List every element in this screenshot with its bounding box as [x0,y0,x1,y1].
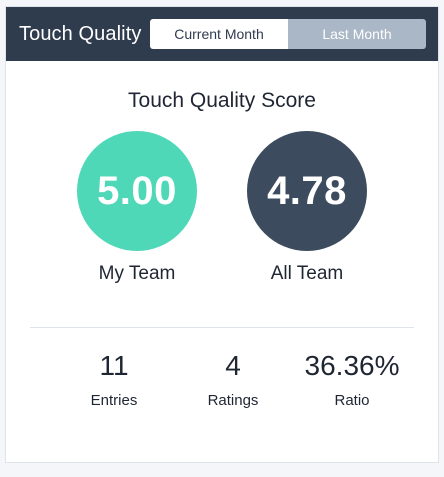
tab-last-month[interactable]: Last Month [288,19,426,49]
entries-value: 11 [99,350,129,381]
ratings-value: 4 [225,350,241,381]
all-team-score-circle: 4.78 [247,131,367,251]
month-tab-group: Current Month Last Month [150,19,426,49]
stat-ratio: 36.36% Ratio [302,350,402,409]
touch-quality-card: Touch Quality Current Month Last Month T… [5,6,439,463]
ratio-label: Ratio [334,392,370,409]
my-team-score: 5.00 My Team [77,131,197,285]
my-team-label: My Team [98,263,176,284]
ratings-label: Ratings [207,392,259,409]
ratio-value: 36.36% [304,350,400,381]
section-divider [30,327,414,328]
score-circles: 5.00 My Team 4.78 All Team [6,131,438,285]
all-team-label: All Team [270,263,344,284]
score-section-title: Touch Quality Score [128,89,316,112]
all-team-score: 4.78 All Team [247,131,367,285]
entries-label: Entries [90,392,138,409]
stat-entries: 11 Entries [64,350,164,409]
stats-row: 11 Entries 4 Ratings 36.36% Ratio [6,350,438,409]
my-team-score-circle: 5.00 [77,131,197,251]
tab-current-month[interactable]: Current Month [150,19,288,49]
stat-ratings: 4 Ratings [183,350,283,409]
card-title: Touch Quality [19,22,142,45]
card-header: Touch Quality Current Month Last Month [6,7,438,61]
